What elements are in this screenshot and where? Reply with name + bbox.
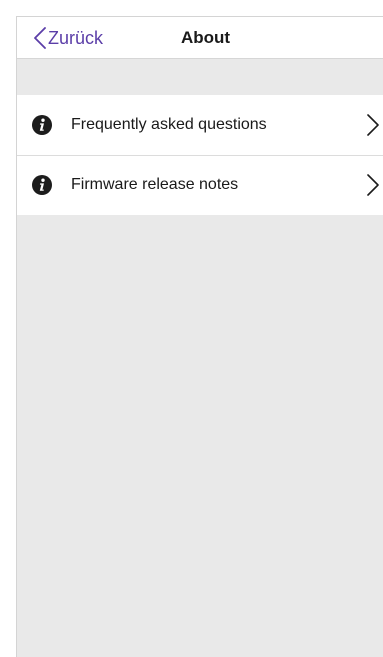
info-icon — [32, 175, 52, 195]
back-button-label: Zurück — [48, 27, 104, 48]
about-menu-list: Frequently asked questions Firmware rele… — [17, 95, 383, 215]
list-item-label: Frequently asked questions — [71, 116, 267, 133]
list-item-label: Firmware release notes — [71, 176, 239, 193]
back-button[interactable]: Zurück — [17, 17, 103, 59]
list-item-faq[interactable]: Frequently asked questions — [17, 95, 383, 155]
navigation-bar: Zurück About — [17, 17, 383, 59]
chevron-right-icon — [367, 114, 379, 136]
app-screen: Zurück About Frequently asked questions — [16, 16, 383, 657]
page-title: About — [181, 28, 231, 47]
chevron-left-icon — [34, 27, 46, 49]
list-item-firmware-release-notes[interactable]: Firmware release notes — [17, 155, 383, 215]
chevron-right-icon — [367, 174, 379, 196]
section-spacer — [17, 59, 383, 95]
info-icon — [32, 115, 52, 135]
